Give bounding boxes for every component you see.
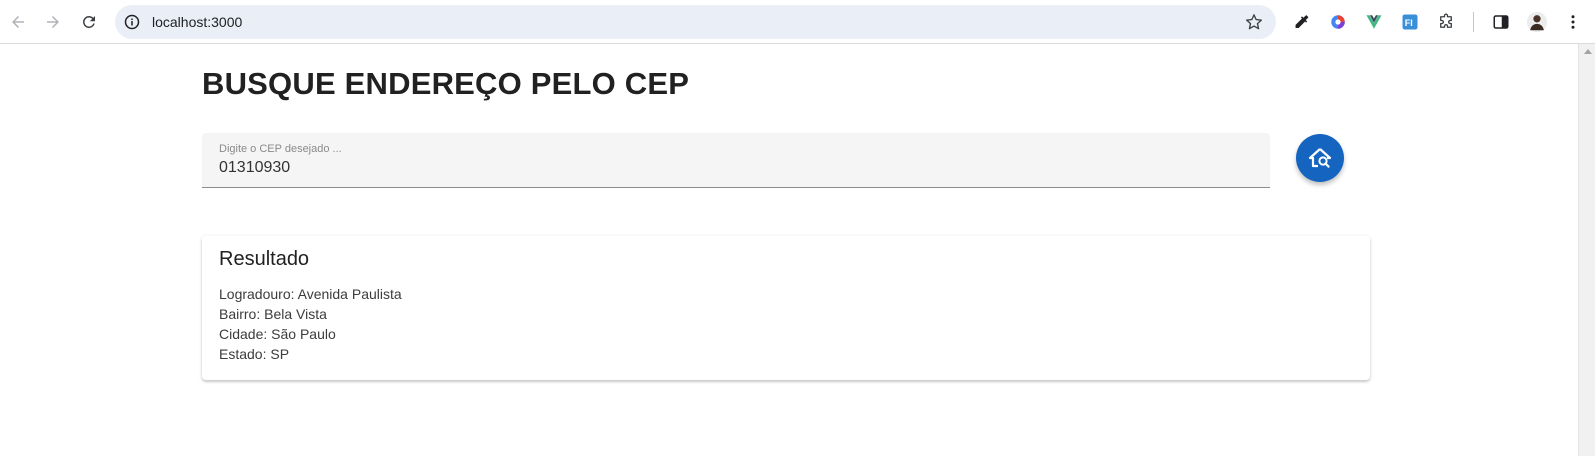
search-cep-button[interactable]	[1296, 134, 1344, 182]
profile-avatar[interactable]	[1526, 11, 1548, 33]
home-search-icon	[1308, 148, 1332, 168]
extensions-puzzle-icon[interactable]	[1435, 11, 1457, 33]
vue-devtools-icon[interactable]	[1363, 11, 1385, 33]
vertical-scrollbar[interactable]	[1578, 44, 1595, 456]
arrow-left-icon	[12, 16, 24, 28]
bookmark-star-icon[interactable]	[1244, 12, 1264, 32]
arrow-right-icon	[47, 16, 59, 28]
result-cidade: Cidade: São Paulo	[219, 326, 336, 342]
result-logradouro: Logradouro: Avenida Paulista	[219, 286, 402, 302]
result-card: Resultado Logradouro: Avenida Paulista B…	[202, 236, 1370, 380]
scroll-up-arrow-icon[interactable]	[1584, 49, 1592, 54]
fi-extension-icon[interactable]: FI	[1399, 11, 1421, 33]
result-details: Logradouro: Avenida Paulista Bairro: Bel…	[219, 284, 402, 364]
cep-field-label: Digite o CEP desejado ...	[219, 143, 342, 155]
address-bar[interactable]: localhost:3000	[115, 5, 1276, 39]
toolbar-divider	[1473, 12, 1474, 32]
cep-input[interactable]	[219, 159, 1219, 177]
forward-button[interactable]	[39, 8, 67, 36]
svg-text:FI: FI	[1405, 18, 1413, 28]
cep-text-field[interactable]: Digite o CEP desejado ...	[202, 133, 1270, 188]
result-estado: Estado: SP	[219, 346, 290, 362]
url-text[interactable]: localhost:3000	[152, 14, 242, 30]
page-title: BUSQUE ENDEREÇO PELO CEP	[202, 66, 690, 101]
browser-menu-icon[interactable]	[1562, 11, 1584, 33]
result-title: Resultado	[219, 248, 310, 270]
browser-extension-icon[interactable]	[1327, 11, 1349, 33]
info-icon[interactable]	[123, 13, 141, 31]
eyedropper-extension-icon[interactable]	[1291, 11, 1313, 33]
reload-button[interactable]	[75, 8, 103, 36]
side-panel-icon[interactable]	[1490, 11, 1512, 33]
browser-toolbar: localhost:3000 FI	[0, 0, 1595, 44]
back-button[interactable]	[4, 8, 32, 36]
reload-icon	[82, 15, 95, 28]
result-bairro: Bairro: Bela Vista	[219, 306, 327, 322]
